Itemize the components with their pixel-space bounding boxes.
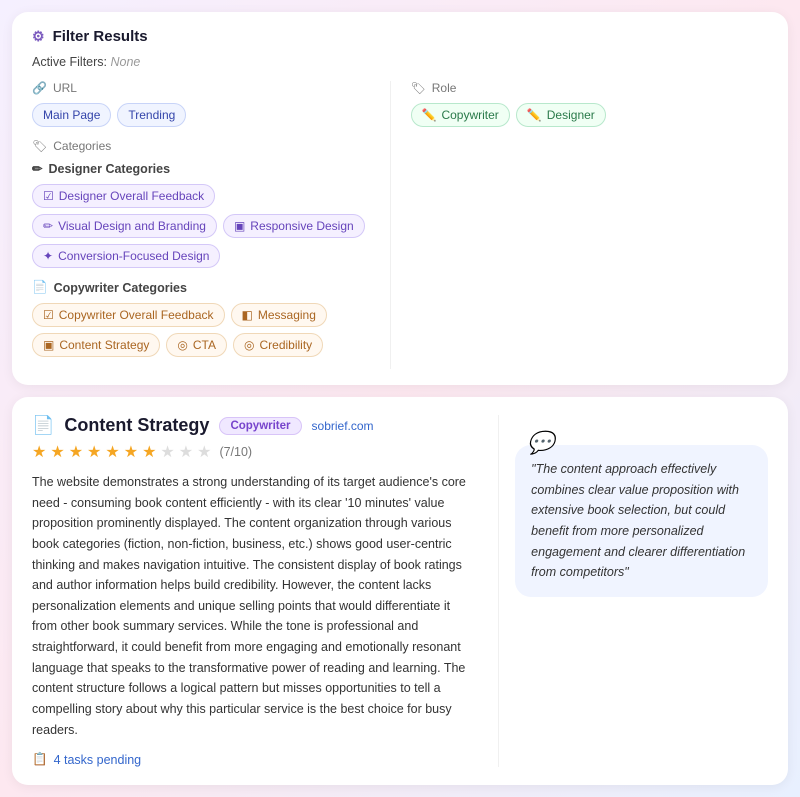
star-5: ★ — [105, 442, 119, 462]
tag-copywriter-role-label: Copywriter — [441, 108, 498, 122]
tag-copywriter-overall[interactable]: ☑ Copywriter Overall Feedback — [32, 303, 225, 327]
tag-messaging[interactable]: ◧ Messaging — [231, 303, 327, 327]
filter-icon: ⚙ — [32, 28, 45, 45]
star-7: ★ — [142, 442, 156, 462]
tag-cta[interactable]: ◎ CTA — [166, 333, 227, 357]
star-9: ★ — [179, 442, 193, 462]
card-title: Content Strategy — [64, 415, 209, 436]
quote-text: "The content approach effectively combin… — [531, 462, 745, 579]
categories-section-label: 🏷 Categories — [32, 139, 390, 153]
tag-copywriter-overall-label: Copywriter Overall Feedback — [59, 308, 214, 322]
tasks-label: 4 tasks pending — [54, 753, 142, 767]
role-label: Role — [432, 81, 457, 95]
tag-main-page[interactable]: Main Page — [32, 103, 111, 127]
cta-icon: ◎ — [177, 338, 187, 352]
copywriter-tags-row: ☑ Copywriter Overall Feedback ◧ Messagin… — [32, 303, 390, 357]
quote-icon: 💬 — [527, 425, 554, 461]
messaging-icon: ◧ — [242, 308, 253, 322]
card-site-badge: sobrief.com — [312, 419, 374, 433]
categories-label: Categories — [53, 139, 111, 153]
star-4: ★ — [87, 442, 101, 462]
star-1: ★ — [32, 442, 46, 462]
copywriter-categories-label: 📄 Copywriter Categories — [32, 280, 390, 295]
card-left: 📄 Content Strategy Copywriter sobrief.co… — [32, 415, 478, 767]
content-strategy-icon: ▣ — [43, 338, 54, 352]
quote-bubble: 💬 "The content approach effectively comb… — [515, 445, 768, 597]
active-filters-row: Active Filters: None — [32, 55, 768, 69]
tag-designer-role[interactable]: ✏️ Designer — [516, 103, 606, 127]
tag-content-strategy[interactable]: ▣ Content Strategy — [32, 333, 160, 357]
tag-cta-label: CTA — [193, 338, 216, 352]
tag-designer-overall-label: Designer Overall Feedback — [59, 189, 204, 203]
tag-responsive-label: Responsive Design — [250, 219, 353, 233]
tag-credibility[interactable]: ◎ Credibility — [233, 333, 323, 357]
tag-messaging-label: Messaging — [258, 308, 316, 322]
rating-text: (7/10) — [219, 445, 252, 459]
tag-visual-design[interactable]: ✏ Visual Design and Branding — [32, 214, 217, 238]
tasks-icon: 📋 — [32, 752, 48, 767]
responsive-icon: ▣ — [234, 219, 245, 233]
copywriter-overall-icon: ☑ — [43, 308, 54, 322]
star-10: ★ — [197, 442, 211, 462]
designer-categories-label: ✏ Designer Categories — [32, 161, 390, 176]
role-tags-row: ✏️ Copywriter ✏️ Designer — [411, 103, 769, 127]
filter-col-left: 🔗 URL Main Page Trending 🏷 Categories ✏ … — [32, 81, 390, 369]
tag-content-strategy-label: Content Strategy — [59, 338, 149, 352]
conversion-icon: ✦ — [43, 249, 53, 263]
tag-visual-design-label: Visual Design and Branding — [58, 219, 206, 233]
filter-col-right: 🏷 Role ✏️ Copywriter ✏️ Designer — [390, 81, 769, 369]
designer-edit-icon: ✏ — [32, 161, 42, 176]
credibility-icon: ◎ — [244, 338, 254, 352]
filter-columns: 🔗 URL Main Page Trending 🏷 Categories ✏ … — [32, 81, 768, 369]
active-filters-label: Active Filters: — [32, 55, 107, 69]
active-filters-value: None — [111, 55, 141, 69]
tag-trending[interactable]: Trending — [117, 103, 186, 127]
copywriter-role-icon: ✏️ — [422, 108, 437, 122]
tag-copywriter-role[interactable]: ✏️ Copywriter — [411, 103, 510, 127]
visual-design-icon: ✏ — [43, 219, 53, 233]
star-2: ★ — [50, 442, 64, 462]
content-card: 📄 Content Strategy Copywriter sobrief.co… — [12, 397, 788, 785]
card-doc-icon: 📄 — [32, 415, 54, 436]
tag-designer-role-label: Designer — [547, 108, 595, 122]
filter-panel: ⚙ Filter Results Active Filters: None 🔗 … — [12, 12, 788, 385]
url-tags-row: Main Page Trending — [32, 103, 390, 127]
url-section-label: 🔗 URL — [32, 81, 390, 95]
star-6: ★ — [124, 442, 138, 462]
designer-role-icon: ✏️ — [527, 108, 542, 122]
tag-trending-label: Trending — [128, 108, 175, 122]
star-8: ★ — [160, 442, 174, 462]
filter-title-text: Filter Results — [53, 28, 148, 45]
url-label: URL — [53, 81, 77, 95]
link-icon: 🔗 — [32, 81, 47, 95]
categories-icon: 🏷 — [32, 139, 47, 153]
tag-responsive[interactable]: ▣ Responsive Design — [223, 214, 365, 238]
tag-conversion-label: Conversion-Focused Design — [58, 249, 209, 263]
card-footer[interactable]: 📋 4 tasks pending — [32, 752, 478, 767]
tag-designer-overall[interactable]: ☑ Designer Overall Feedback — [32, 184, 215, 208]
tag-conversion[interactable]: ✦ Conversion-Focused Design — [32, 244, 220, 268]
role-icon: 🏷 — [411, 81, 426, 95]
tag-credibility-label: Credibility — [259, 338, 312, 352]
copywriter-doc-icon: 📄 — [32, 280, 48, 295]
designer-overall-icon: ☑ — [43, 189, 54, 203]
star-3: ★ — [69, 442, 83, 462]
role-section-label: 🏷 Role — [411, 81, 769, 95]
card-header: 📄 Content Strategy Copywriter sobrief.co… — [32, 415, 478, 436]
filter-title: ⚙ Filter Results — [32, 28, 768, 45]
stars-row: ★ ★ ★ ★ ★ ★ ★ ★ ★ ★ (7/10) — [32, 442, 478, 462]
card-copywriter-badge: Copywriter — [219, 417, 301, 435]
designer-tags-row: ☑ Designer Overall Feedback ✏ Visual Des… — [32, 184, 390, 268]
card-body: The website demonstrates a strong unders… — [32, 472, 478, 740]
card-right: 💬 "The content approach effectively comb… — [498, 415, 768, 767]
tag-main-page-label: Main Page — [43, 108, 100, 122]
